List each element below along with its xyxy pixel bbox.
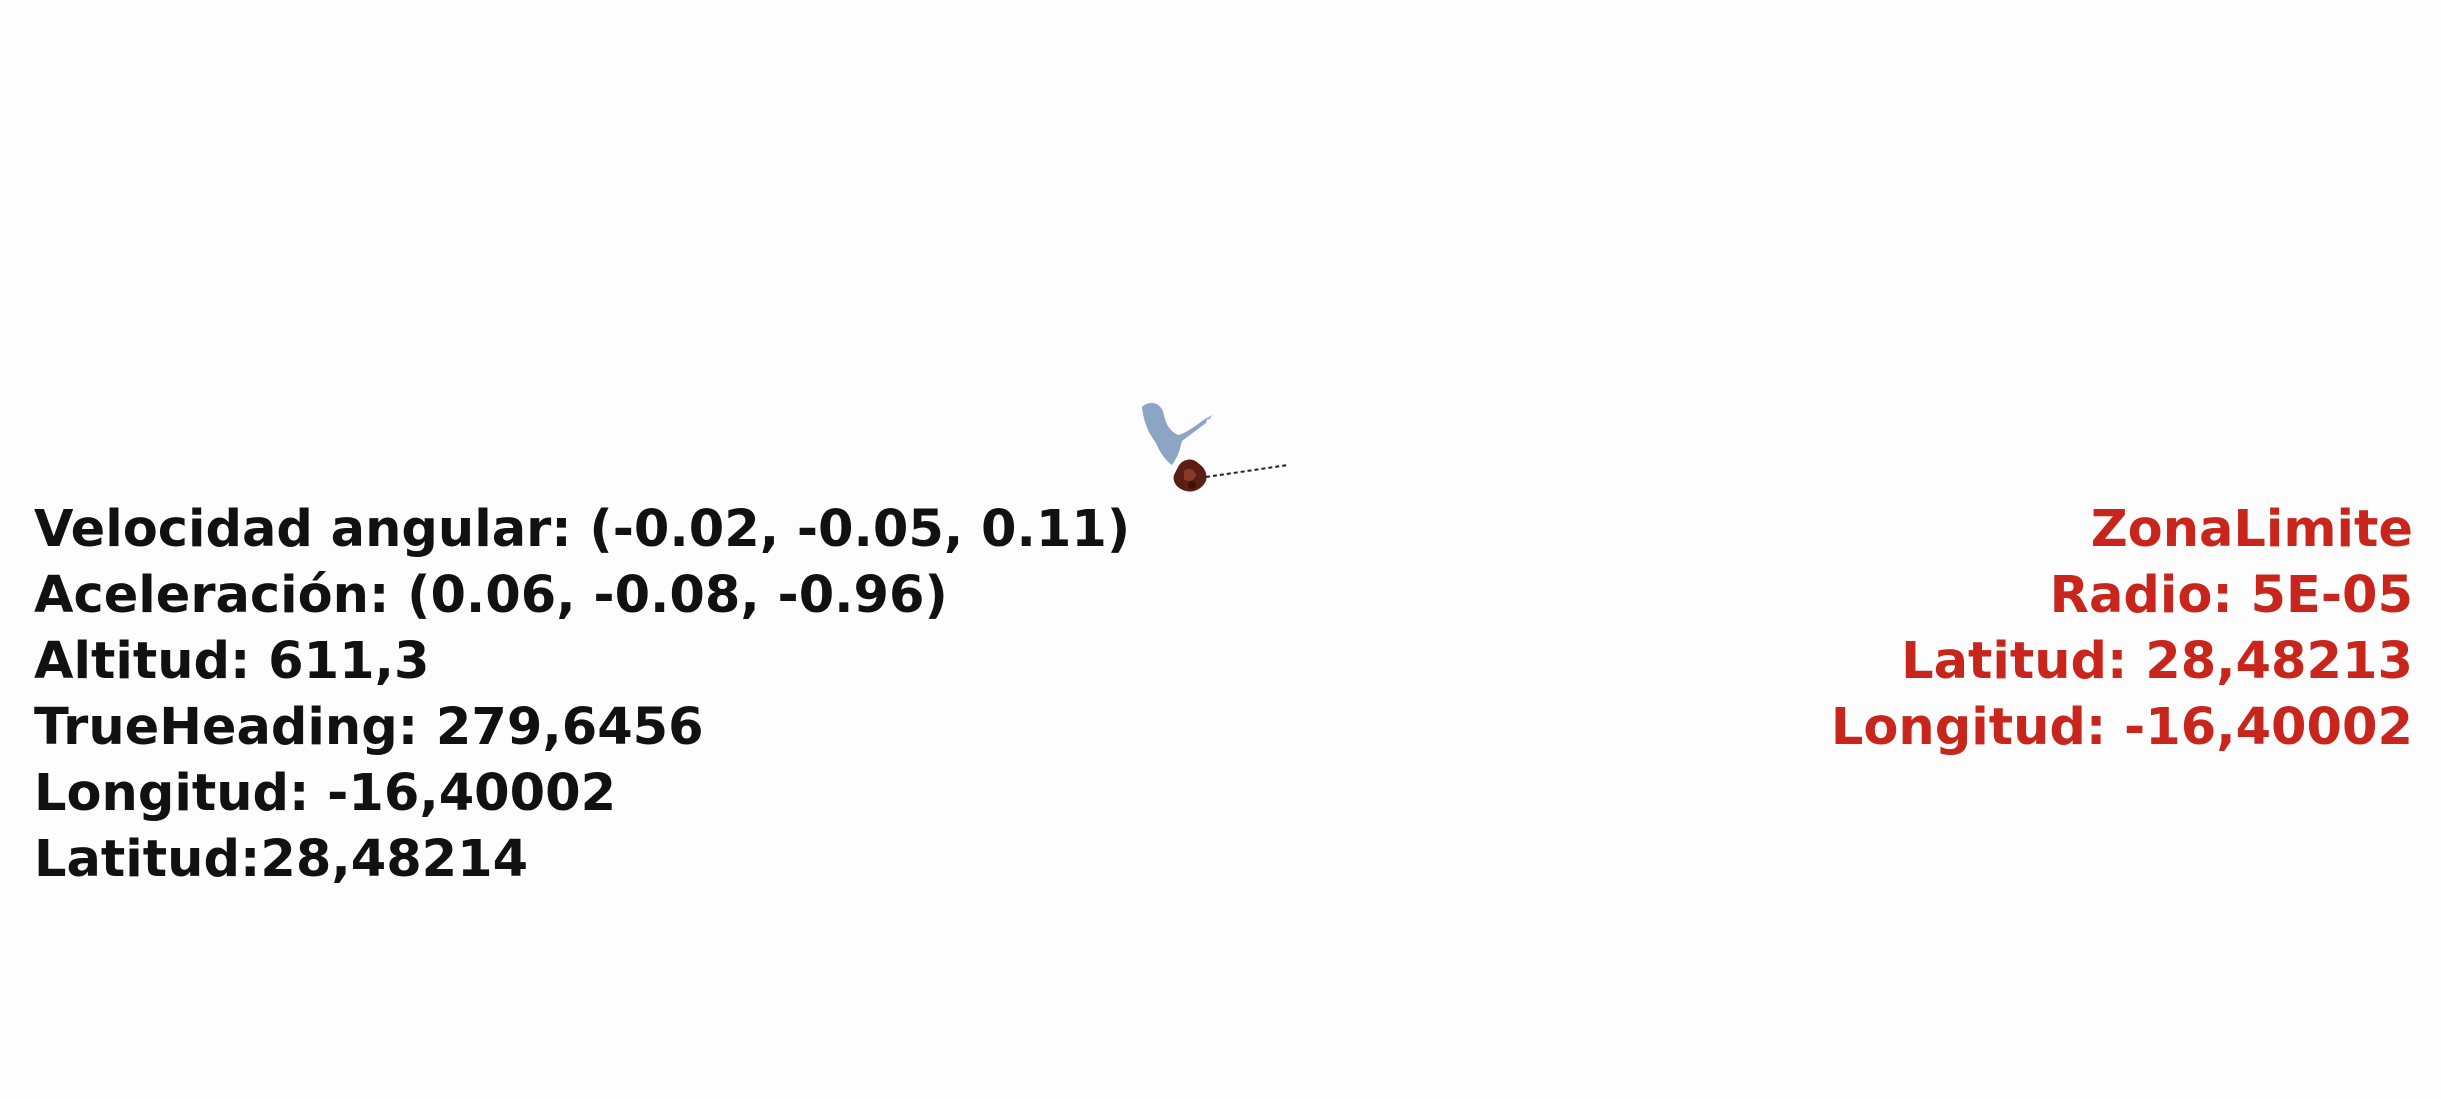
zone-latitude-text: Latitud: 28,48213	[1901, 632, 2413, 691]
latitude-text: Latitud:28,48214	[34, 830, 529, 889]
zone-radius-text: Radio: 5E-05	[2049, 566, 2413, 625]
zone-longitude-text: Longitud: -16,40002	[1830, 698, 2413, 757]
acceleration-text: Aceleración: (0.06, -0.08, -0.96)	[34, 566, 948, 625]
telemetry-panel: Velocidad angular: (-0.02, -0.05, 0.11) …	[34, 497, 1130, 893]
zone-limit-panel: ZonaLimite Radio: 5E-05 Latitud: 28,4821…	[1831, 497, 2413, 761]
ar-scene-viewport: Velocidad angular: (-0.02, -0.05, 0.11) …	[0, 0, 2441, 1099]
true-heading-text: TrueHeading: 279,6456	[34, 698, 704, 757]
longitude-text: Longitud: -16,40002	[34, 764, 617, 823]
object-shadow-shape	[1142, 402, 1208, 465]
zone-title: ZonaLimite	[2090, 500, 2413, 559]
altitude-text: Altitud: 611,3	[34, 632, 430, 691]
drone-object-icon	[1142, 402, 1289, 492]
object-heading-line	[1205, 464, 1289, 478]
angular-velocity-text: Velocidad angular: (-0.02, -0.05, 0.11)	[34, 500, 1131, 559]
